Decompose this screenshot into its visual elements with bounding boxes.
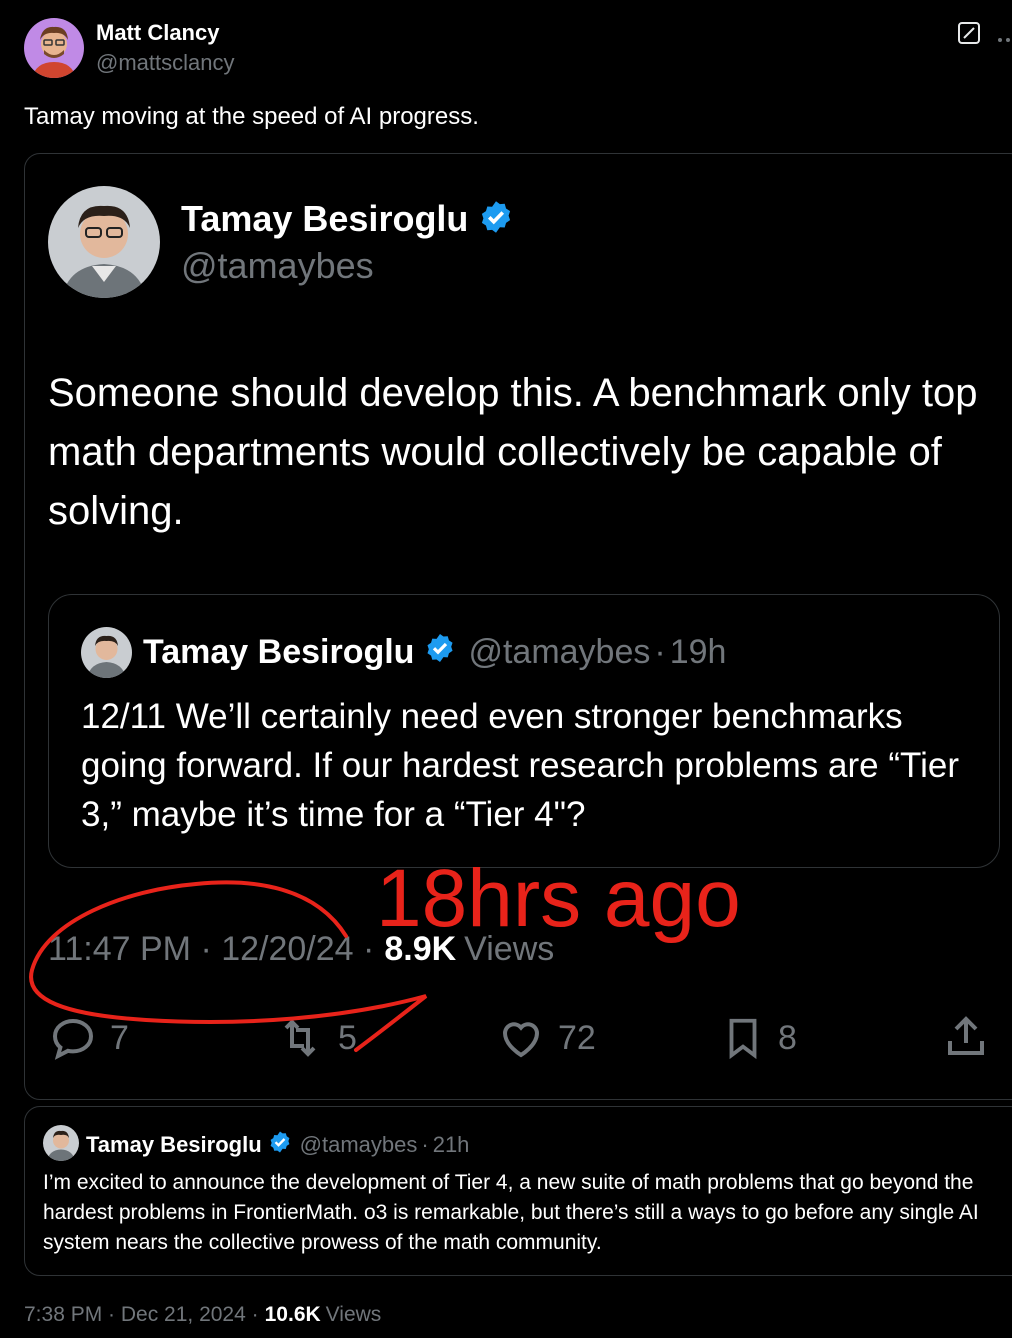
footer-views-label: Views [325, 1303, 382, 1326]
quoted-text: Someone should develop this. A benchmark… [48, 371, 978, 533]
share-icon[interactable] [942, 1012, 990, 1062]
inner-quote-avatar[interactable] [81, 627, 132, 678]
reply-separator: · [421, 1132, 429, 1157]
grok-icon[interactable] [957, 21, 981, 45]
verified-badge-icon [478, 199, 514, 240]
inner-quote-time[interactable]: 19h [670, 633, 727, 672]
bookmark-count[interactable]: 8 [778, 1019, 797, 1058]
inner-quote-handle[interactable]: @tamaybes [468, 633, 650, 672]
verified-badge-icon [268, 1130, 292, 1160]
like-count[interactable]: 72 [558, 1019, 596, 1058]
inner-quote-name[interactable]: Tamay Besiroglu [143, 633, 414, 672]
more-icon[interactable] [998, 30, 1012, 42]
author-handle[interactable]: @mattsclancy [96, 50, 234, 76]
verified-badge-icon [424, 632, 456, 673]
footer-timestamp[interactable]: 7:38 PM · Dec 21, 2024 · [24, 1303, 259, 1327]
quoted-avatar[interactable] [48, 186, 160, 298]
quoted-handle[interactable]: @tamaybes [181, 245, 374, 287]
quoted-name[interactable]: Tamay Besiroglu [181, 198, 468, 240]
footer-views-count: 10.6K [264, 1303, 321, 1326]
annotation-circle [26, 870, 436, 1055]
post-text: Tamay moving at the speed of AI progress… [24, 103, 479, 130]
inner-quote-text: 12/11 We’ll certainly need even stronger… [81, 697, 959, 834]
reply-avatar[interactable] [43, 1125, 79, 1161]
inner-quote-separator: · [654, 633, 666, 671]
reply-text: I’m excited to announce the development … [43, 1171, 979, 1254]
author-name[interactable]: Matt Clancy [96, 20, 219, 46]
bookmark-icon[interactable] [720, 1012, 766, 1064]
reply-handle[interactable]: @tamaybes [300, 1132, 418, 1158]
like-icon[interactable] [496, 1014, 546, 1062]
author-avatar[interactable] [24, 18, 84, 78]
reply-name[interactable]: Tamay Besiroglu [86, 1132, 262, 1158]
reply-time[interactable]: 21h [433, 1132, 470, 1158]
